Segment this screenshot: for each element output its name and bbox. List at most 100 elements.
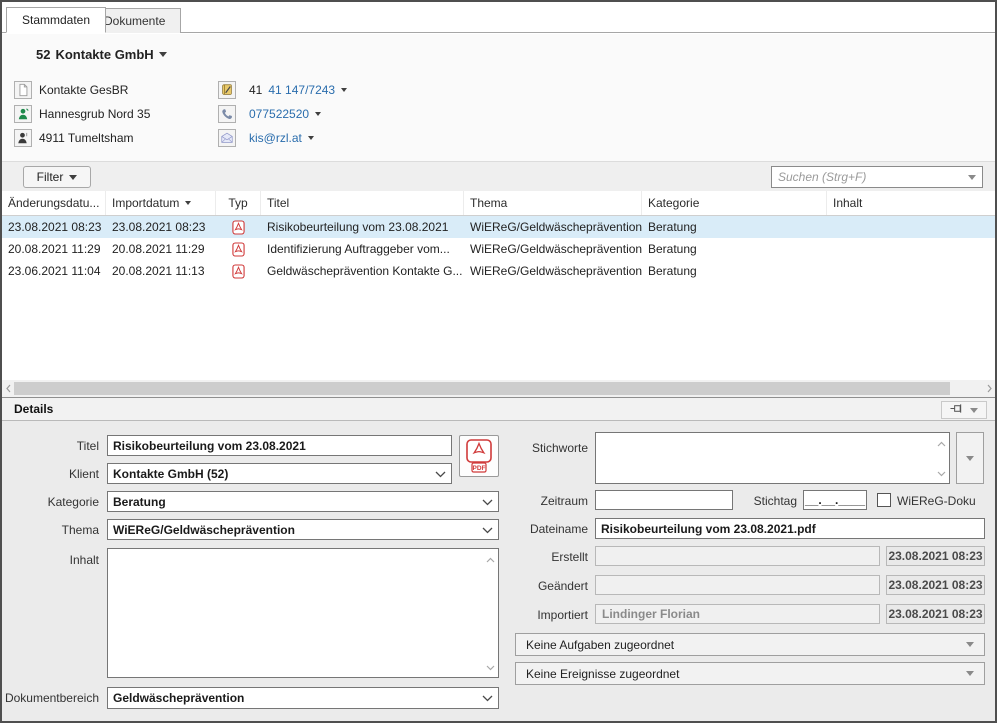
- phone1-row: 41 41 147/7243: [218, 78, 347, 102]
- horizontal-scrollbar[interactable]: [2, 380, 995, 397]
- phone2-link[interactable]: 077522520: [249, 107, 309, 121]
- stichworte-textarea[interactable]: [595, 432, 950, 484]
- aufgaben-button[interactable]: Keine Aufgaben zugeordnet: [515, 633, 985, 656]
- document-icon: [14, 81, 32, 99]
- cell-thema: WiEReG/Geldwäscheprävention: [464, 242, 642, 256]
- cell-aenderung: 23.08.2021 08:23: [2, 220, 106, 234]
- details-panel: Details Titel PDF Klient Kontakte GmbH (: [2, 397, 995, 723]
- email-icon: [218, 129, 236, 147]
- search-dropdown-icon[interactable]: [968, 175, 976, 180]
- column-header-thema[interactable]: Thema: [464, 191, 642, 215]
- chevron-down-icon: [69, 175, 77, 180]
- communication-block: 41 41 147/7243 077522520 kis@rzl.at: [218, 78, 347, 150]
- document-list: 23.08.2021 08:23 23.08.2021 08:23 Risiko…: [2, 216, 995, 282]
- details-tools: [941, 401, 987, 419]
- kategorie-select[interactable]: Beratung: [107, 491, 499, 512]
- importiert-user-field: Lindinger Florian: [595, 604, 880, 624]
- cell-import: 20.08.2021 11:13: [106, 264, 216, 278]
- svg-text:PDF: PDF: [473, 465, 486, 472]
- chevron-down-icon: [966, 456, 974, 461]
- email-link[interactable]: kis@rzl.at: [249, 131, 302, 145]
- cell-titel: Identifizierung Auftraggeber vom...: [261, 242, 464, 256]
- column-header-titel[interactable]: Titel: [261, 191, 464, 215]
- wiereg-doku-label: WiEReG-Doku: [897, 494, 976, 508]
- city-row: 4911 Tumeltsham: [14, 126, 150, 150]
- chevron-down-icon[interactable]: [315, 112, 321, 116]
- column-header-kategorie[interactable]: Kategorie: [642, 191, 827, 215]
- column-header-aenderungsdatum[interactable]: Änderungsdatu...: [2, 191, 106, 215]
- klient-select[interactable]: Kontakte GmbH (52): [107, 463, 452, 484]
- scroll-down-icon[interactable]: [486, 660, 495, 674]
- collapse-panel-icon[interactable]: [970, 408, 978, 413]
- person-dark-icon: [14, 129, 32, 147]
- client-name: Kontakte GmbH: [55, 47, 153, 62]
- column-header-inhalt[interactable]: Inhalt: [827, 191, 995, 215]
- chevron-down-icon[interactable]: [308, 136, 314, 140]
- stichtag-input[interactable]: __.__.____: [803, 490, 867, 510]
- scrollbar-thumb[interactable]: [14, 382, 950, 395]
- scroll-up-icon[interactable]: [937, 436, 946, 450]
- geaendert-label: Geändert: [472, 579, 588, 593]
- tab-stammdaten[interactable]: Stammdaten: [6, 7, 106, 33]
- table-empty-space: [2, 282, 995, 380]
- scroll-right-icon[interactable]: [983, 384, 995, 393]
- column-header-typ[interactable]: Typ: [216, 191, 261, 215]
- phone-icon: [218, 105, 236, 123]
- table-row[interactable]: 23.06.2021 11:04 20.08.2021 11:13 Geldwä…: [2, 260, 995, 282]
- chevron-down-icon[interactable]: [341, 88, 347, 92]
- pin-icon[interactable]: [950, 402, 963, 418]
- app-window: Dokumente Stammdaten 52 Kontakte GmbH Ko…: [0, 0, 997, 723]
- importiert-label: Importiert: [472, 608, 588, 622]
- scroll-down-icon[interactable]: [937, 466, 946, 480]
- thema-select[interactable]: WiEReG/Geldwäscheprävention: [107, 519, 499, 540]
- tab-dokumente-label: Dokumente: [104, 14, 165, 28]
- address-block: Kontakte GesBR Hannesgrub Nord 35 4911 T…: [14, 78, 150, 150]
- chevron-down-icon[interactable]: [159, 52, 167, 57]
- tab-bar: Dokumente Stammdaten: [2, 7, 995, 33]
- person-green-icon: [14, 105, 32, 123]
- cell-titel: Risikobeurteilung vom 23.08.2021: [261, 220, 464, 234]
- chevron-down-icon: [966, 642, 974, 647]
- thema-label: Thema: [2, 523, 99, 537]
- titel-input[interactable]: [108, 436, 451, 455]
- column-header-importdatum[interactable]: Importdatum: [106, 191, 216, 215]
- dateiname-input[interactable]: [596, 519, 984, 538]
- stichworte-dropdown-button[interactable]: [956, 432, 984, 484]
- cell-thema: WiEReG/Geldwäscheprävention: [464, 220, 642, 234]
- erstellt-date: 23.08.2021 08:23: [886, 546, 985, 566]
- company-row: Kontakte GesBR: [14, 78, 150, 102]
- cell-kategorie: Beratung: [642, 220, 827, 234]
- phone1-prefix: 41: [249, 83, 262, 97]
- wiereg-doku-checkbox[interactable]: [877, 493, 891, 507]
- phone2-row: 077522520: [218, 102, 347, 126]
- table-row[interactable]: 23.08.2021 08:23 23.08.2021 08:23 Risiko…: [2, 216, 995, 238]
- cell-thema: WiEReG/Geldwäscheprävention: [464, 264, 642, 278]
- table-row[interactable]: 20.08.2021 11:29 20.08.2021 11:29 Identi…: [2, 238, 995, 260]
- chevron-down-icon: [482, 691, 493, 705]
- inhalt-textarea[interactable]: [107, 548, 499, 678]
- details-title: Details: [14, 402, 53, 416]
- stichworte-label: Stichworte: [472, 441, 588, 455]
- klient-label: Klient: [2, 467, 99, 481]
- dateiname-field: [595, 518, 985, 539]
- cell-import: 23.08.2021 08:23: [106, 220, 216, 234]
- city: 4911 Tumeltsham: [39, 131, 134, 145]
- erstellt-user-field: [595, 546, 880, 566]
- chevron-down-icon: [966, 671, 974, 676]
- filter-button[interactable]: Filter: [23, 166, 91, 188]
- pdf-file-icon: [216, 264, 261, 279]
- scroll-left-icon[interactable]: [2, 384, 14, 393]
- client-selector[interactable]: 52 Kontakte GmbH: [36, 47, 167, 62]
- importiert-date: 23.08.2021 08:23: [886, 604, 985, 624]
- street: Hannesgrub Nord 35: [39, 107, 150, 121]
- search-input[interactable]: [772, 167, 968, 187]
- cell-kategorie: Beratung: [642, 242, 827, 256]
- ereignisse-button[interactable]: Keine Ereignisse zugeordnet: [515, 662, 985, 685]
- dokumentbereich-select[interactable]: Geldwäscheprävention: [107, 687, 499, 709]
- phone1-link[interactable]: 41 147/7243: [268, 83, 335, 97]
- table-header: Änderungsdatu... Importdatum Typ Titel T…: [2, 191, 995, 216]
- inhalt-label: Inhalt: [2, 553, 99, 567]
- email-row: kis@rzl.at: [218, 126, 347, 150]
- pdf-file-icon: [216, 242, 261, 257]
- phonebook-icon: [218, 81, 236, 99]
